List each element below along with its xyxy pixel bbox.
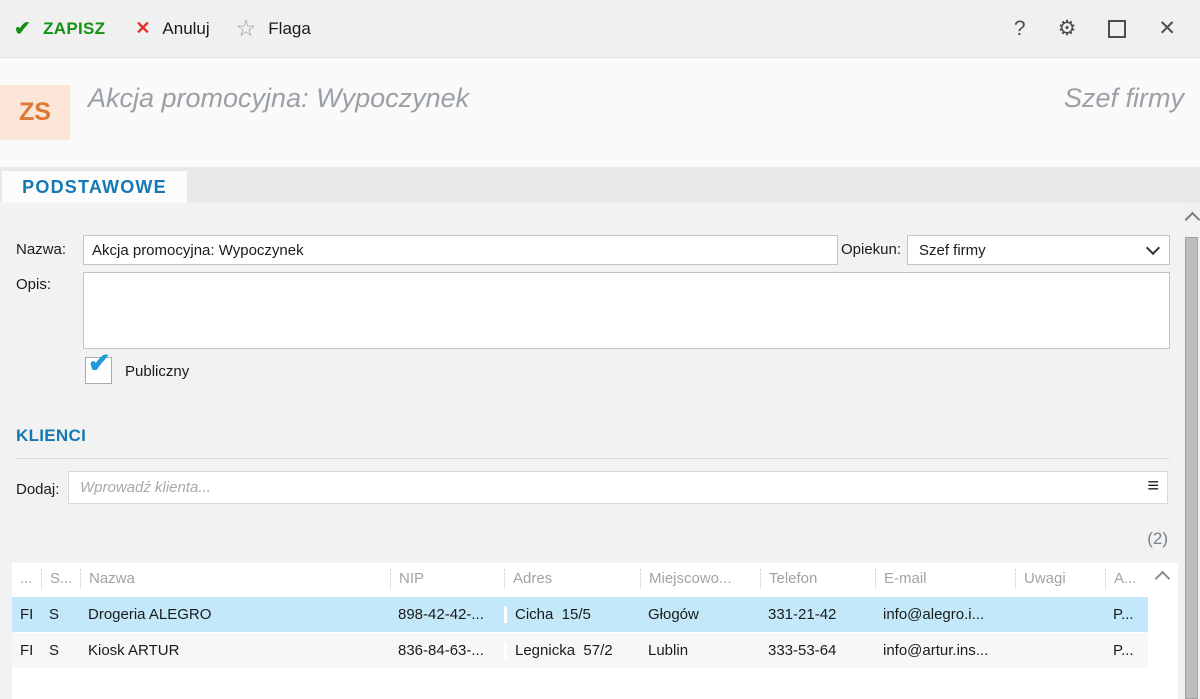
add-client-label: Dodaj:: [16, 481, 59, 498]
table-row[interactable]: FI S Kiosk ARTUR 836-84-63-... Legnicka …: [12, 633, 1178, 668]
description-textarea[interactable]: [83, 272, 1170, 349]
menu-icon[interactable]: ≡: [1147, 475, 1159, 498]
column-header-uwagi[interactable]: Uwagi: [1015, 569, 1105, 589]
record-header: ZS Akcja promocyjna: Wypoczynek Szef fir…: [0, 58, 1200, 168]
cell-indicator: FI: [12, 642, 41, 659]
cell-miejscowosc: Lublin: [640, 642, 760, 659]
public-checkbox-label: Publiczny: [125, 363, 189, 380]
chevron-down-icon: [1146, 241, 1160, 255]
x-icon: ✕: [135, 18, 150, 39]
cell-nazwa: Kiosk ARTUR: [80, 642, 390, 659]
cell-adres: Legnicka 57/2: [504, 642, 640, 659]
window-controls: ? ⚙ ✕: [1014, 18, 1176, 39]
cell-nip: 898-42-42-...: [390, 606, 504, 623]
vertical-scrollbar[interactable]: [1184, 204, 1200, 699]
section-divider: [16, 458, 1170, 459]
column-header-nazwa[interactable]: Nazwa: [80, 569, 390, 589]
table-header-row: ... S... Nazwa NIP Adres Miejscowo... Te…: [12, 563, 1178, 594]
cell-indicator: FI: [12, 606, 41, 623]
cell-nazwa: Drogeria ALEGRO: [80, 606, 390, 623]
chevron-up-icon: [1185, 212, 1200, 228]
column-header-indicator[interactable]: ...: [12, 569, 41, 589]
name-label: Nazwa:: [16, 241, 66, 258]
tab-podstawowe[interactable]: PODSTAWOWE: [2, 171, 187, 203]
column-header-email[interactable]: E-mail: [875, 569, 1015, 589]
flag-button-label: Flaga: [268, 19, 311, 39]
save-button[interactable]: ✔ ZAPISZ: [14, 16, 105, 41]
cell-a: P...: [1105, 642, 1148, 659]
clients-count-badge: (2): [1040, 529, 1168, 549]
scrollbar-thumb[interactable]: [1185, 237, 1198, 699]
checkbox-check-icon: ✔: [88, 350, 111, 377]
cell-email: info@artur.ins...: [875, 642, 1015, 659]
description-label: Opis:: [16, 276, 51, 293]
caretaker-select[interactable]: Szef firmy: [907, 235, 1170, 265]
maximize-icon[interactable]: [1108, 20, 1126, 38]
cancel-button[interactable]: ✕ Anuluj: [135, 18, 209, 39]
cell-status: S: [41, 606, 80, 623]
cell-email: info@alegro.i...: [875, 606, 1015, 623]
cell-adres: Cicha 15/5: [504, 606, 640, 623]
cell-nip: 836-84-63-...: [390, 642, 504, 659]
flag-button[interactable]: ☆ Flaga: [236, 15, 311, 42]
cell-miejscowosc: Głogów: [640, 606, 760, 623]
name-input[interactable]: [83, 235, 838, 265]
cell-telefon: 331-21-42: [760, 606, 875, 623]
cell-a: P...: [1105, 606, 1148, 623]
page-title: Akcja promocyjna: Wypoczynek: [88, 83, 469, 114]
column-header-telefon[interactable]: Telefon: [760, 569, 875, 589]
cancel-button-label: Anuluj: [162, 19, 209, 39]
column-header-adres[interactable]: Adres: [504, 569, 640, 589]
column-header-miejscowosc[interactable]: Miejscowo...: [640, 569, 760, 589]
owner-label: Szef firmy: [1064, 83, 1184, 114]
clients-section-title: KLIENCI: [16, 426, 86, 446]
close-icon[interactable]: ✕: [1158, 18, 1176, 39]
add-client-field: ≡: [68, 471, 1168, 504]
help-icon[interactable]: ?: [1014, 18, 1026, 39]
table-scrollbar[interactable]: [1148, 563, 1178, 699]
app-window: ✔ ZAPISZ ✕ Anuluj ☆ Flaga ? ⚙ ✕ ZS Akcja…: [0, 0, 1200, 699]
cell-status: S: [41, 642, 80, 659]
clients-table: ... S... Nazwa NIP Adres Miejscowo... Te…: [12, 563, 1178, 699]
caretaker-label: Opiekun:: [841, 241, 901, 258]
avatar: ZS: [0, 85, 70, 140]
check-icon: ✔: [14, 16, 31, 41]
table-row[interactable]: FI S Drogeria ALEGRO 898-42-42-... Cicha…: [12, 597, 1178, 632]
public-checkbox[interactable]: ✔: [85, 357, 112, 384]
tab-strip: PODSTAWOWE: [0, 167, 1200, 203]
column-header-a[interactable]: A...: [1105, 569, 1148, 589]
add-client-input[interactable]: [68, 471, 1168, 504]
column-header-status[interactable]: S...: [41, 569, 80, 589]
star-icon: ☆: [236, 15, 257, 42]
cell-telefon: 333-53-64: [760, 642, 875, 659]
caretaker-selected-value: Szef firmy: [919, 242, 986, 259]
chevron-up-icon: [1155, 571, 1171, 587]
toolbar: ✔ ZAPISZ ✕ Anuluj ☆ Flaga ? ⚙ ✕: [0, 0, 1200, 58]
save-button-label: ZAPISZ: [43, 19, 105, 39]
column-header-nip[interactable]: NIP: [390, 569, 504, 589]
gear-icon[interactable]: ⚙: [1058, 18, 1077, 39]
